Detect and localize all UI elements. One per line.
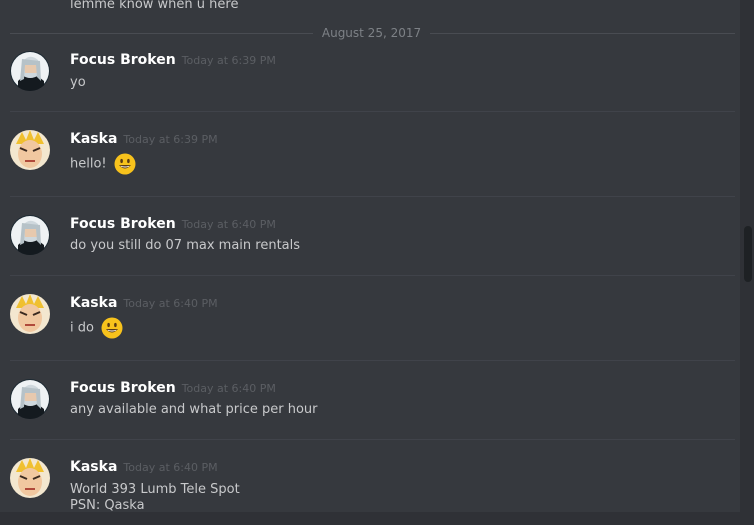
avatar[interactable] bbox=[10, 51, 50, 91]
message-separator bbox=[10, 360, 735, 361]
avatar[interactable] bbox=[10, 379, 50, 419]
author-name[interactable]: Focus Broken bbox=[70, 380, 176, 396]
message-text-content: hello! bbox=[70, 156, 107, 172]
message-separator bbox=[10, 111, 735, 112]
avatar-image-kaska bbox=[10, 130, 50, 170]
message-text: World 393 Lumb Tele Spot bbox=[70, 482, 240, 497]
avatar-image-focus-broken bbox=[10, 215, 50, 255]
author-name[interactable]: Kaska bbox=[70, 295, 117, 311]
message-separator bbox=[10, 439, 735, 440]
message-text: any available and what price per hour bbox=[70, 402, 318, 417]
message-separator bbox=[10, 196, 735, 197]
scrollbar-track[interactable] bbox=[740, 0, 754, 525]
smiley-emoji-icon bbox=[101, 317, 123, 339]
message-text: PSN: Qaska bbox=[70, 498, 145, 513]
message-text: do you still do 07 max main rentals bbox=[70, 238, 301, 253]
avatar[interactable] bbox=[10, 294, 50, 334]
avatar-image-focus-broken bbox=[10, 379, 50, 419]
author-name[interactable]: Kaska bbox=[70, 459, 117, 475]
scrollbar-thumb[interactable] bbox=[744, 226, 752, 282]
message-timestamp: Today at 6:39 PM bbox=[181, 54, 276, 67]
message-timestamp: Today at 6:39 PM bbox=[123, 133, 218, 146]
message-author[interactable]: Kaska Today at 6:40 PM bbox=[70, 459, 218, 475]
avatar[interactable] bbox=[10, 215, 50, 255]
author-name[interactable]: Kaska bbox=[70, 131, 117, 147]
message-author[interactable]: Kaska Today at 6:39 PM bbox=[70, 131, 218, 147]
author-name[interactable]: Focus Broken bbox=[70, 52, 176, 68]
message-timestamp: Today at 6:40 PM bbox=[181, 382, 276, 395]
divider-line bbox=[430, 33, 735, 34]
avatar[interactable] bbox=[10, 458, 50, 498]
avatar-image-kaska bbox=[10, 458, 50, 498]
message-author[interactable]: Focus Broken Today at 6:40 PM bbox=[70, 216, 276, 232]
message-text: lemme know when u here bbox=[70, 0, 239, 12]
message-timestamp: Today at 6:40 PM bbox=[123, 297, 218, 310]
message-timestamp: Today at 6:40 PM bbox=[123, 461, 218, 474]
message-separator bbox=[10, 275, 735, 276]
avatar-image-focus-broken bbox=[10, 51, 50, 91]
author-name[interactable]: Focus Broken bbox=[70, 216, 176, 232]
chat-bottom-edge bbox=[0, 512, 740, 525]
message-text: i do bbox=[70, 317, 123, 339]
message-text: yo bbox=[70, 75, 86, 90]
message-text: hello! bbox=[70, 153, 136, 175]
message-text-content: i do bbox=[70, 320, 94, 336]
message-author[interactable]: Focus Broken Today at 6:40 PM bbox=[70, 380, 276, 396]
chat-messages-pane[interactable]: lemme know when u here August 25, 2017 F… bbox=[0, 0, 740, 525]
message-author[interactable]: Focus Broken Today at 6:39 PM bbox=[70, 52, 276, 68]
date-divider: August 25, 2017 bbox=[10, 26, 735, 40]
avatar[interactable] bbox=[10, 130, 50, 170]
smiley-emoji-icon bbox=[114, 153, 136, 175]
date-divider-label: August 25, 2017 bbox=[321, 26, 422, 40]
message-timestamp: Today at 6:40 PM bbox=[181, 218, 276, 231]
avatar-image-kaska bbox=[10, 294, 50, 334]
divider-line bbox=[10, 33, 313, 34]
message-author[interactable]: Kaska Today at 6:40 PM bbox=[70, 295, 218, 311]
